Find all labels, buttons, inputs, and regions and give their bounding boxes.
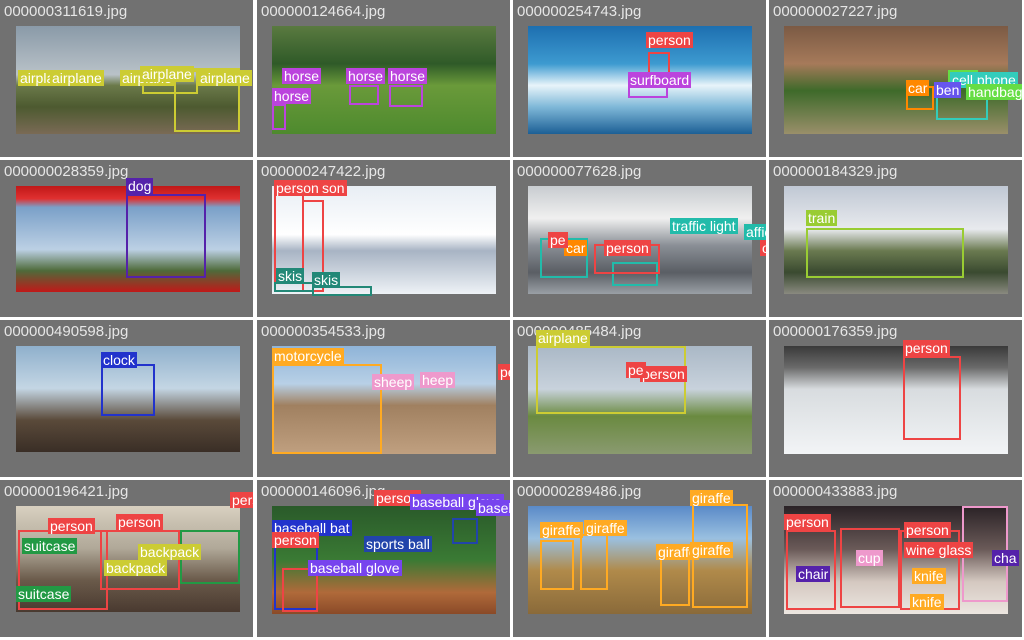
image-tile[interactable]: 000000311619.jpg airplane airplane airplane… <box>0 0 253 157</box>
image-tile[interactable]: 000000254743.jpg person surfboard <box>513 0 766 157</box>
image-tile[interactable]: 000000124664.jpg horse horse horse horse <box>257 0 510 157</box>
detection-label: cha <box>992 550 1019 566</box>
detection-label: person <box>904 522 951 538</box>
detection-label: sports ball <box>364 536 432 552</box>
image-tile[interactable]: 000000490598.jpg clock <box>0 320 253 477</box>
detection-label: person <box>604 240 651 256</box>
detection-label: suitcase <box>22 538 78 554</box>
image-tile[interactable]: 000000247422.jpg person son skis skis <box>257 160 510 317</box>
detection-label: airplane <box>536 330 590 346</box>
image-tile[interactable]: 000000354533.jpg motorcycle sheep heep perso… <box>257 320 510 477</box>
filename-label: 000000028359.jpg <box>4 163 129 180</box>
detection-label: son <box>320 180 347 196</box>
detection-label: motorcycle <box>272 348 344 364</box>
bounding-box <box>806 228 964 278</box>
filename-label: 000000289486.jpg <box>517 483 642 500</box>
filename-label: 000000124664.jpg <box>261 3 386 20</box>
detection-label: surfboard <box>628 72 692 88</box>
detection-label: knife <box>912 568 946 584</box>
detection-label: dog <box>126 178 154 194</box>
detection-label: traffic light <box>670 218 738 234</box>
image-tile[interactable]: 000000176359.jpg person <box>769 320 1022 477</box>
detection-label: pe <box>626 362 646 378</box>
detection-label: giraffe <box>540 522 583 538</box>
detection-label: clock <box>101 352 137 368</box>
filename-label: 000000077628.jpg <box>517 163 642 180</box>
detection-label: wine glass <box>904 542 974 558</box>
image-tile[interactable]: 000000196421.jpg person person suitcase back… <box>0 480 253 637</box>
detection-label: person <box>784 514 831 530</box>
filename-label: 000000176359.jpg <box>773 323 898 340</box>
detection-label: backpack <box>104 560 168 576</box>
bounding-box <box>101 364 155 416</box>
detection-label: chair <box>796 566 831 582</box>
thumbnail-image <box>784 346 1008 454</box>
filename-label: 000000433883.jpg <box>773 483 898 500</box>
detection-label: person <box>48 518 95 534</box>
detection-label: train <box>806 210 838 226</box>
detection-label: giraffe <box>690 490 733 506</box>
detection-label: on <box>760 240 766 256</box>
detection-label: horse <box>282 68 322 84</box>
detection-label: person <box>498 364 510 380</box>
image-tile[interactable]: 000000027227.jpg car cell phone handbag ben <box>769 0 1022 157</box>
filename-label: 000000184329.jpg <box>773 163 898 180</box>
bounding-box <box>389 85 423 107</box>
detection-label: giraffe <box>690 542 733 558</box>
detection-label: horse <box>346 68 386 84</box>
detection-label: airplane <box>50 70 104 86</box>
bounding-box <box>903 356 961 440</box>
image-tile[interactable]: 000000433883.jpg person person wine glass cu… <box>769 480 1022 637</box>
detection-label: skis <box>276 268 305 284</box>
detection-label: heep <box>420 372 456 388</box>
bounding-box <box>540 540 574 590</box>
detection-label: person <box>116 514 163 530</box>
detection-label: airplane <box>140 66 194 82</box>
image-tile[interactable]: 000000184329.jpg train <box>769 160 1022 317</box>
detection-label: airplane <box>198 70 252 86</box>
detection-label: knife <box>910 594 944 610</box>
bounding-box <box>349 85 379 105</box>
detection-label: person <box>646 32 693 48</box>
filename-label: 000000311619.jpg <box>4 3 128 20</box>
detection-label: sheep <box>372 374 415 390</box>
image-tile[interactable]: 000000028359.jpg dog <box>0 160 253 317</box>
detection-label: baseball glove <box>308 560 402 576</box>
bounding-box <box>126 194 206 278</box>
bounding-box <box>580 534 608 590</box>
image-tile[interactable]: 000000146096.jpg baseball bat person sports… <box>257 480 510 637</box>
detection-label: handbag <box>966 84 1022 100</box>
filename-label: 000000490598.jpg <box>4 323 129 340</box>
detection-label: backpack <box>138 544 202 560</box>
detection-label: baseball glove <box>476 500 510 516</box>
detection-label: affic light <box>744 224 766 240</box>
image-tile[interactable]: 000000077628.jpg traffic light affic light… <box>513 160 766 317</box>
detection-label: cup <box>856 550 883 566</box>
filename-label: 000000254743.jpg <box>517 3 642 20</box>
detection-label: suitcase <box>16 586 72 602</box>
image-tile[interactable]: 000000485484.jpgairplanepersonpe <box>513 320 766 477</box>
detection-label: pe <box>548 232 568 248</box>
detection-label: horse <box>272 88 312 104</box>
detection-label: person <box>230 492 253 508</box>
bounding-box <box>452 518 478 544</box>
detection-label: person <box>640 366 687 382</box>
detection-label: skis <box>312 272 341 288</box>
bounding-box <box>840 528 900 608</box>
bounding-box <box>272 104 286 130</box>
detection-label: person <box>903 340 950 356</box>
filename-label: 000000247422.jpg <box>261 163 386 180</box>
filename-label: 000000196421.jpg <box>4 483 129 500</box>
detection-label: person <box>272 532 319 548</box>
image-tile[interactable]: 000000289486.jpg giraffe giraffe giraffe gir… <box>513 480 766 637</box>
detection-label: car <box>906 80 930 96</box>
filename-label: 000000354533.jpg <box>261 323 386 340</box>
bounding-box <box>272 364 382 454</box>
filename-label: 000000146096.jpg <box>261 483 386 500</box>
detection-label: person <box>274 180 321 196</box>
detection-label: horse <box>388 68 428 84</box>
detection-label: ben <box>934 82 962 98</box>
detection-label: giraffe <box>584 520 627 536</box>
filename-label: 000000027227.jpg <box>773 3 898 20</box>
